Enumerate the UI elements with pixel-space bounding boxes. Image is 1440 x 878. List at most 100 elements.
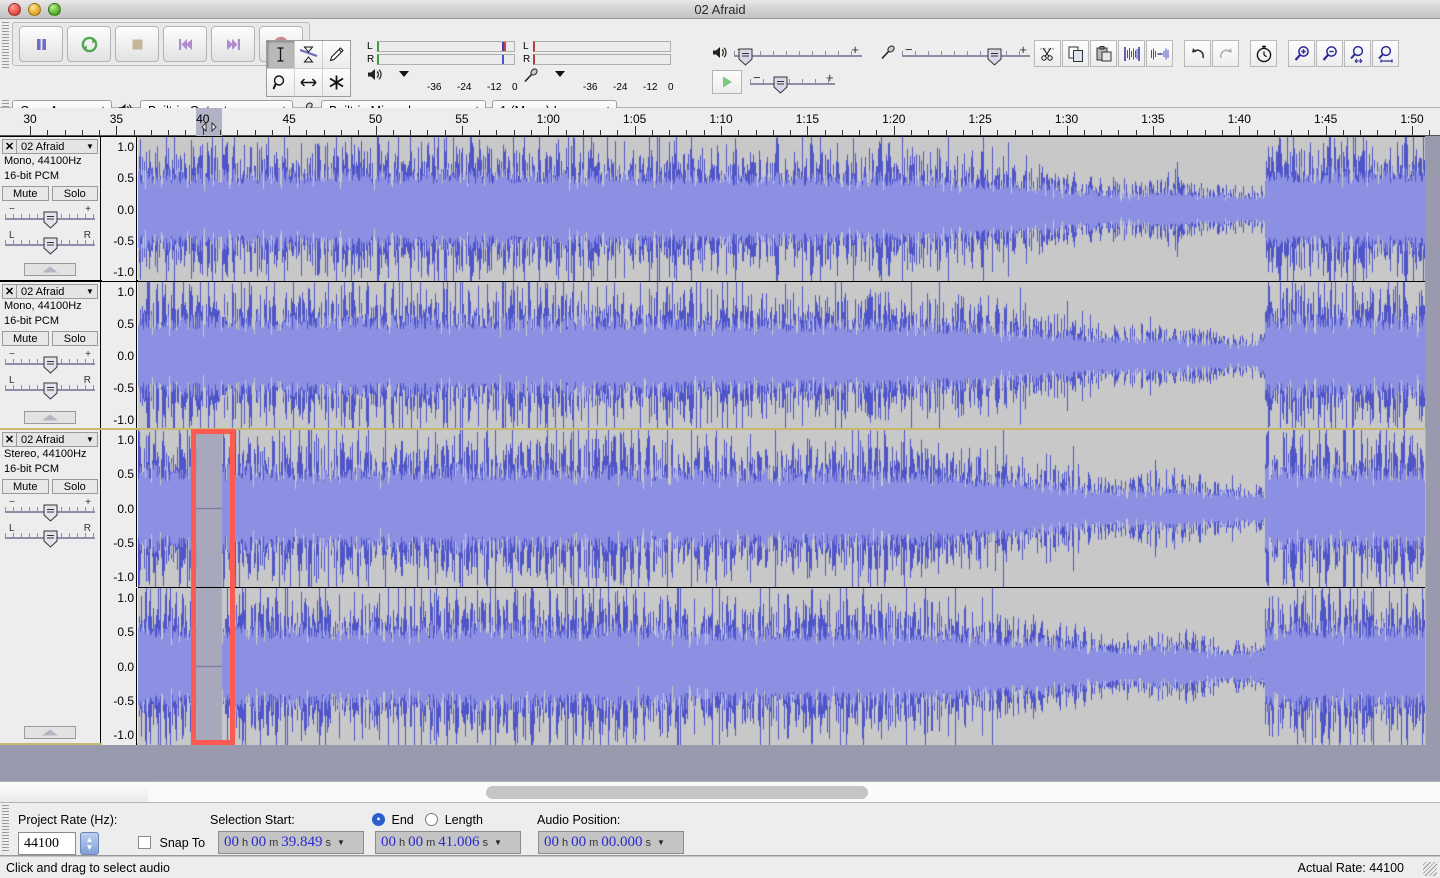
mute-button[interactable]: Mute bbox=[2, 479, 49, 494]
pan-slider-thumb[interactable] bbox=[43, 237, 58, 255]
multi-tool[interactable] bbox=[323, 69, 350, 96]
fit-project-button[interactable] bbox=[1372, 40, 1399, 67]
selection-start-dropdown-icon[interactable]: ▼ bbox=[337, 838, 345, 847]
snap-to-checkbox[interactable] bbox=[138, 836, 151, 849]
selection-toolbar-grip[interactable] bbox=[2, 805, 9, 853]
audio-position-field[interactable]: 00 h 00 m 00.000 s ▼ bbox=[538, 831, 684, 854]
paste-button[interactable] bbox=[1090, 40, 1117, 67]
waveform-canvas[interactable] bbox=[138, 430, 1425, 587]
project-rate-input[interactable]: 44100 bbox=[18, 832, 76, 855]
close-track-icon[interactable]: ✕ bbox=[3, 285, 17, 298]
waveform-canvas[interactable] bbox=[138, 588, 1425, 745]
resize-grip-icon[interactable] bbox=[1423, 862, 1437, 876]
track-panel-area[interactable]: ✕ 02 Afraid ▼ Mono, 44100Hz 16-bit PCM Mute So… bbox=[0, 136, 1440, 781]
selection-start-field[interactable]: 00 h 00 m 39.849 s ▼ bbox=[218, 831, 364, 854]
waveform-display[interactable] bbox=[138, 430, 1425, 587]
track-gain-slider[interactable]: − + bbox=[5, 349, 95, 374]
timer-record-button[interactable] bbox=[1250, 40, 1277, 67]
copy-button[interactable] bbox=[1062, 40, 1089, 67]
input-volume-thumb[interactable] bbox=[987, 48, 1002, 66]
zoom-out-button[interactable] bbox=[1316, 40, 1343, 67]
silence-button[interactable] bbox=[1146, 40, 1173, 67]
input-volume-slider[interactable]: − + bbox=[902, 42, 1030, 66]
project-rate-stepper[interactable]: ▲ ▼ bbox=[80, 832, 99, 855]
track-collapse-button[interactable] bbox=[24, 411, 76, 424]
track-menu-chevron-down-icon[interactable]: ▼ bbox=[83, 435, 97, 444]
play-speed-thumb[interactable] bbox=[773, 76, 788, 94]
skip-end-button[interactable] bbox=[211, 26, 255, 62]
track-menu-chevron-down-icon[interactable]: ▼ bbox=[83, 287, 97, 296]
track-control-panel[interactable]: ✕ 02 Afraid ▼ Mono, 44100Hz 16-bit PCM Mute So… bbox=[0, 282, 101, 428]
pan-slider-thumb[interactable] bbox=[43, 382, 58, 400]
play-button[interactable] bbox=[67, 26, 111, 62]
scrollbar-thumb[interactable] bbox=[486, 786, 868, 799]
waveform-display[interactable] bbox=[138, 282, 1425, 430]
gain-slider-thumb[interactable] bbox=[43, 211, 58, 229]
end-length-radio-group[interactable]: End Length bbox=[372, 813, 483, 827]
pan-slider-thumb[interactable] bbox=[43, 530, 58, 548]
waveform-display[interactable] bbox=[138, 137, 1425, 282]
fit-selection-button[interactable] bbox=[1344, 40, 1371, 67]
horizontal-scrollbar[interactable] bbox=[0, 781, 1440, 803]
output-volume-thumb[interactable] bbox=[738, 48, 753, 66]
stop-button[interactable] bbox=[115, 26, 159, 62]
undo-button[interactable] bbox=[1184, 40, 1211, 67]
output-meter-menu-icon[interactable] bbox=[397, 68, 411, 82]
track-header[interactable]: ✕ 02 Afraid ▼ bbox=[2, 139, 98, 154]
track-header[interactable]: ✕ 02 Afraid ▼ bbox=[2, 432, 98, 447]
snap-to-checkbox-group[interactable]: Snap To bbox=[138, 836, 205, 850]
solo-button[interactable]: Solo bbox=[51, 186, 98, 201]
selection-end-field[interactable]: 00 h 00 m 41.006 s ▼ bbox=[375, 831, 521, 854]
track-gain-slider[interactable]: − + bbox=[5, 497, 95, 522]
audio-track[interactable]: ✕ 02 Afraid ▼ Stereo, 44100Hz 16-bit PCM Mute… bbox=[0, 428, 1426, 745]
play-speed-slider[interactable]: − + bbox=[750, 70, 878, 94]
cut-button[interactable] bbox=[1034, 40, 1061, 67]
track-control-panel[interactable]: ✕ 02 Afraid ▼ Mono, 44100Hz 16-bit PCM Mute So… bbox=[0, 137, 101, 280]
waveform-canvas[interactable] bbox=[138, 282, 1425, 430]
audio-track[interactable]: ✕ 02 Afraid ▼ Mono, 44100Hz 16-bit PCM Mute So… bbox=[0, 136, 1425, 282]
redo-button[interactable] bbox=[1212, 40, 1239, 67]
close-track-icon[interactable]: ✕ bbox=[3, 140, 17, 153]
track-gain-slider[interactable]: − + bbox=[5, 204, 95, 229]
end-radio[interactable] bbox=[372, 813, 385, 826]
track-collapse-button[interactable] bbox=[24, 726, 76, 739]
solo-button[interactable]: Solo bbox=[51, 331, 98, 346]
audio-position-dropdown-icon[interactable]: ▼ bbox=[657, 838, 665, 847]
transport-grip[interactable] bbox=[2, 22, 9, 70]
track-menu-chevron-down-icon[interactable]: ▼ bbox=[83, 142, 97, 151]
scrollbar-track[interactable] bbox=[148, 782, 1440, 802]
input-meter-menu-icon[interactable] bbox=[553, 68, 567, 82]
length-radio[interactable] bbox=[425, 813, 439, 826]
skip-start-button[interactable] bbox=[163, 26, 207, 62]
track-header[interactable]: ✕ 02 Afraid ▼ bbox=[2, 284, 98, 299]
selection-end-dropdown-icon[interactable]: ▼ bbox=[494, 838, 502, 847]
waveform-canvas[interactable] bbox=[138, 137, 1425, 282]
timeshift-tool[interactable] bbox=[295, 69, 322, 96]
gain-slider-thumb[interactable] bbox=[43, 356, 58, 374]
zoom-in-button[interactable] bbox=[1288, 40, 1315, 67]
play-speed-icon[interactable] bbox=[712, 70, 742, 94]
pause-button[interactable] bbox=[19, 26, 63, 62]
mute-button[interactable]: Mute bbox=[2, 331, 49, 346]
track-pan-slider[interactable]: LR bbox=[5, 375, 95, 400]
timeline-drag-handle[interactable] bbox=[196, 120, 222, 134]
selection-tool[interactable] bbox=[267, 41, 294, 68]
close-track-icon[interactable]: ✕ bbox=[3, 433, 17, 446]
mute-button[interactable]: Mute bbox=[2, 186, 49, 201]
output-meter[interactable]: L R -36 -24 -12 0 bbox=[365, 40, 518, 96]
track-pan-slider[interactable]: LR bbox=[5, 230, 95, 255]
draw-tool[interactable] bbox=[323, 41, 350, 68]
waveform-display[interactable] bbox=[138, 588, 1425, 745]
envelope-tool[interactable] bbox=[295, 41, 322, 68]
solo-button[interactable]: Solo bbox=[51, 479, 98, 494]
gain-slider-thumb[interactable] bbox=[43, 504, 58, 522]
track-pan-slider[interactable]: LR bbox=[5, 523, 95, 548]
timeline-ruler[interactable]: 30 35 40 45 50 55 1:00 1:05 1:10 1:15 1:20 1:25 1:30… bbox=[0, 108, 1440, 136]
input-meter[interactable]: L R -36 -24 -12 0 bbox=[521, 40, 674, 96]
output-volume-slider[interactable]: − + bbox=[734, 42, 862, 66]
zoom-tool[interactable] bbox=[267, 69, 294, 96]
track-collapse-button[interactable] bbox=[24, 263, 76, 276]
trim-button[interactable] bbox=[1118, 40, 1145, 67]
audio-track[interactable]: ✕ 02 Afraid ▼ Mono, 44100Hz 16-bit PCM Mute So… bbox=[0, 281, 1425, 430]
track-control-panel[interactable]: ✕ 02 Afraid ▼ Stereo, 44100Hz 16-bit PCM Mute… bbox=[0, 430, 101, 743]
